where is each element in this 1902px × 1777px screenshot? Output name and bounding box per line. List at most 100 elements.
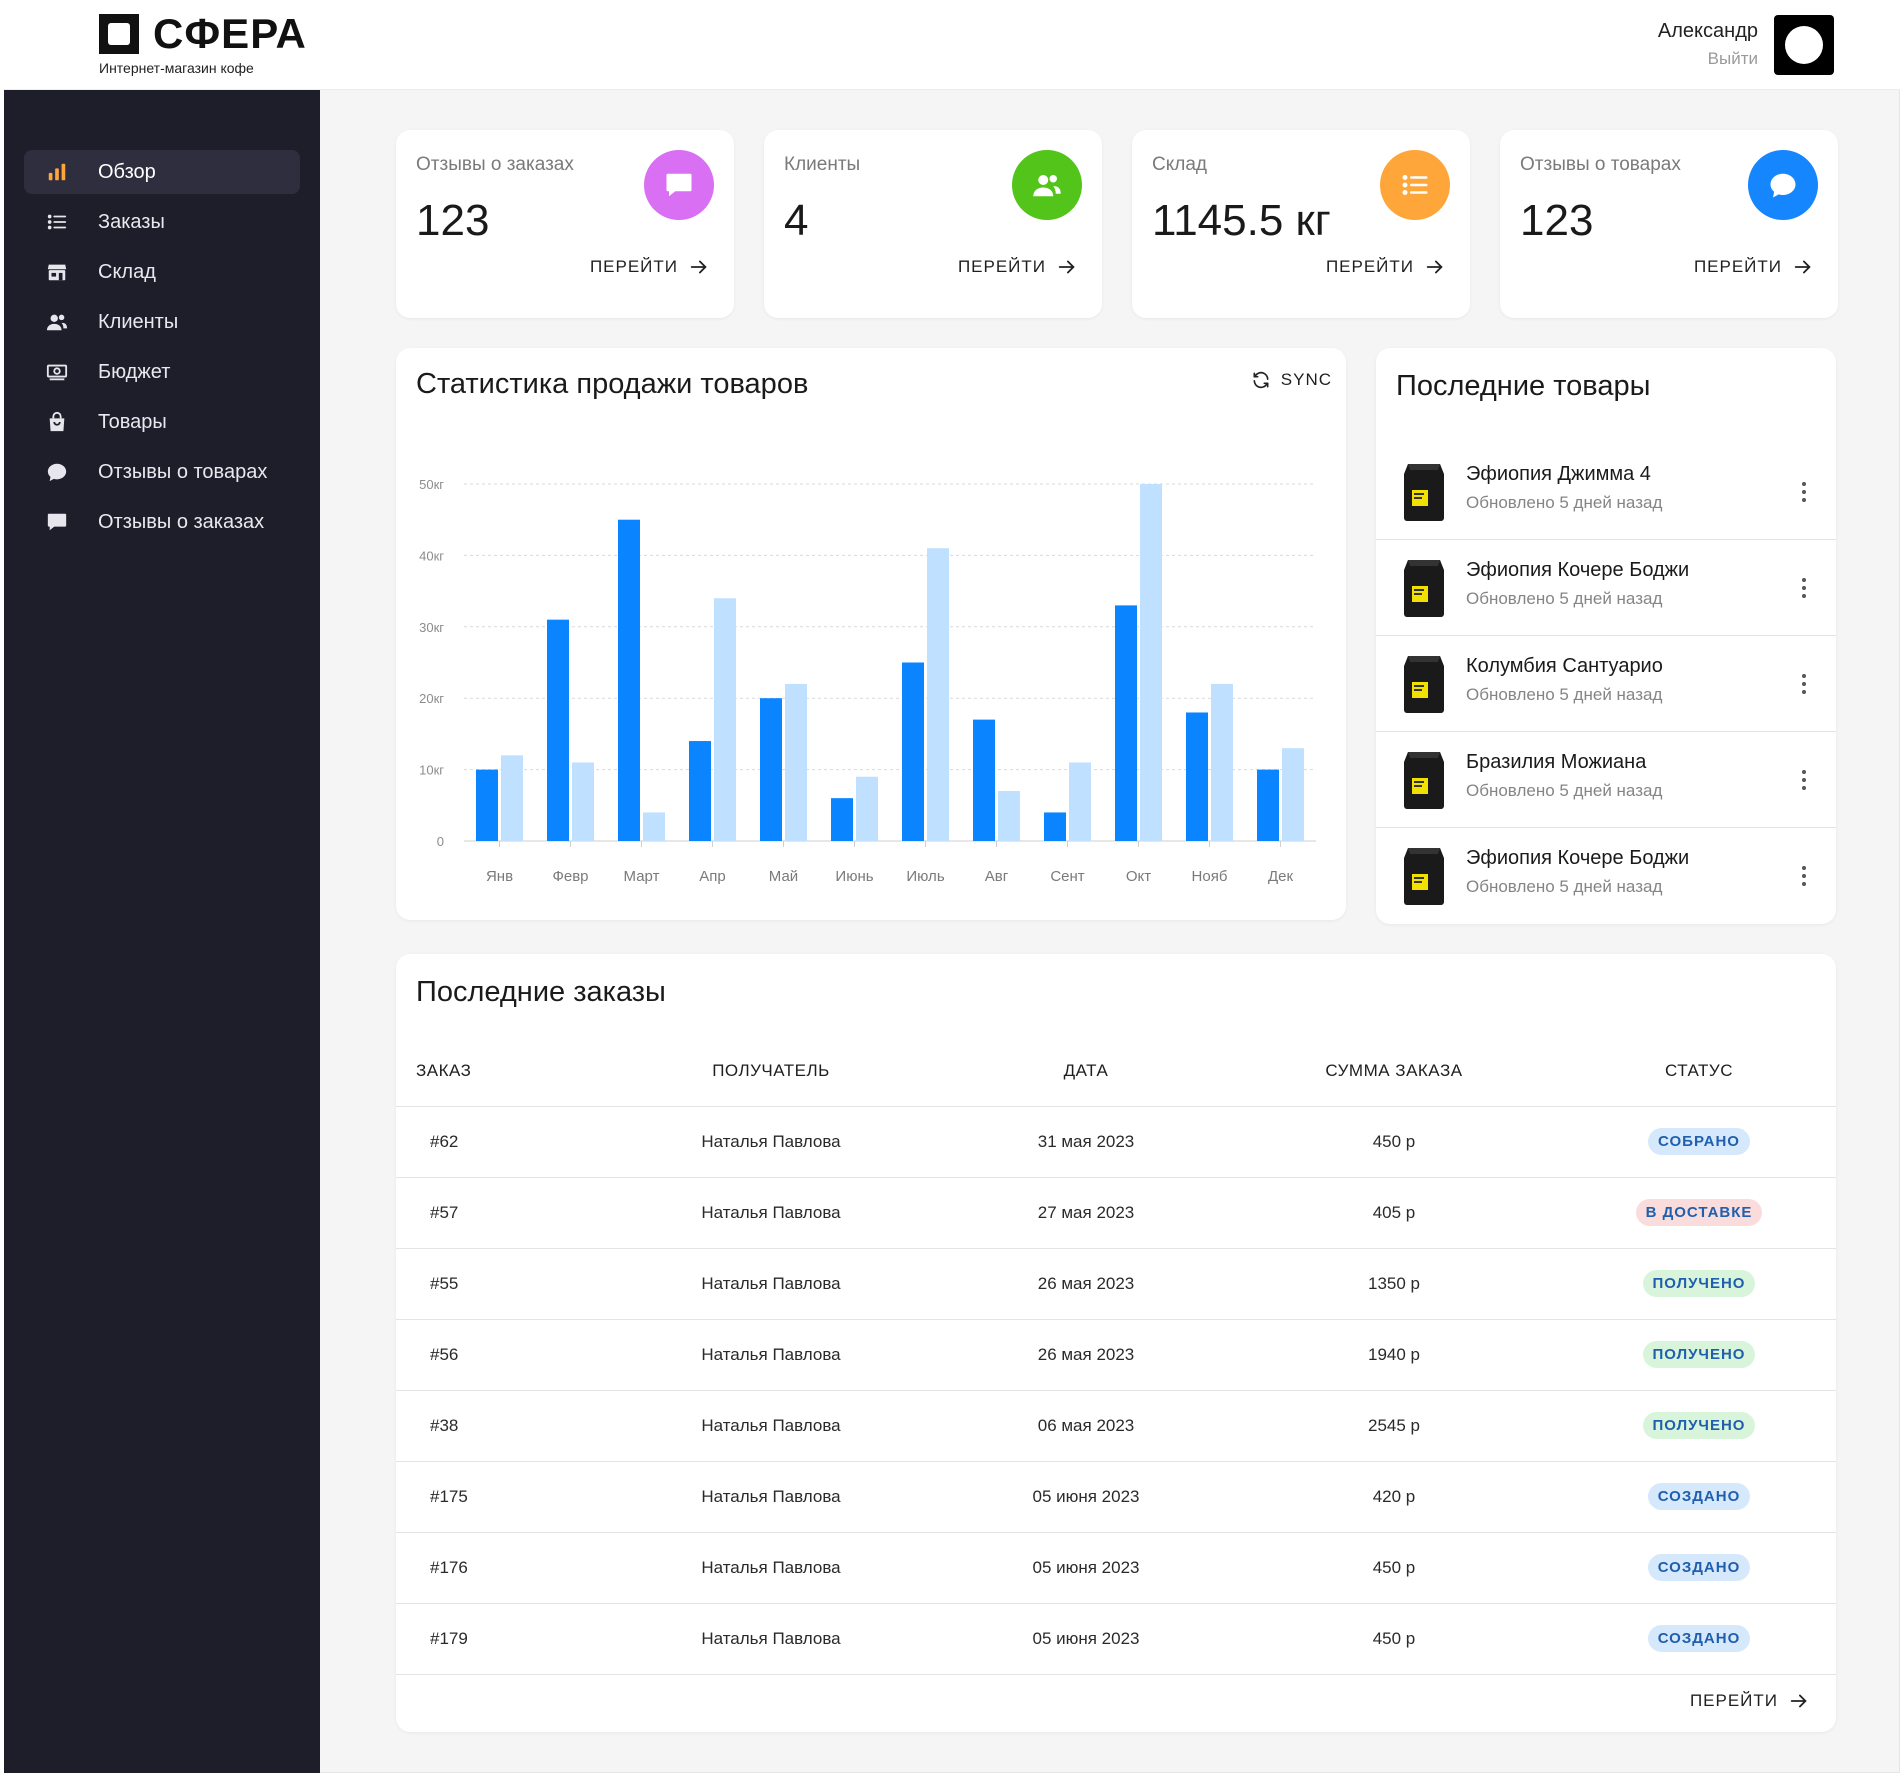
user-name: Александр bbox=[1657, 20, 1758, 42]
sidebar-item-1[interactable]: Заказы bbox=[24, 200, 300, 244]
order-sum: 450 р bbox=[1226, 1532, 1562, 1604]
table-row[interactable]: #176 Наталья Павлова 05 июня 2023 450 р СОЗД… bbox=[396, 1532, 1836, 1604]
more-options-icon[interactable] bbox=[1794, 856, 1814, 896]
list-icon bbox=[46, 211, 68, 233]
product-item[interactable]: Бразилия Можиана Обновлено 5 дней назад bbox=[1376, 732, 1836, 828]
y-tick-label: 40кг bbox=[419, 548, 444, 563]
sidebar-item-label: Товары bbox=[98, 410, 167, 433]
order-date: 26 мая 2023 bbox=[946, 1248, 1226, 1320]
table-row[interactable]: #179 Наталья Павлова 05 июня 2023 450 р СОЗД… bbox=[396, 1603, 1836, 1675]
coffee-bag-icon bbox=[1404, 560, 1444, 617]
table-row[interactable]: #62 Наталья Павлова 31 мая 2023 450 р СОБРАН… bbox=[396, 1106, 1836, 1178]
sidebar-item-6[interactable]: Отзывы о товарах bbox=[24, 450, 300, 494]
bar-1-Нояб[interactable] bbox=[1211, 683, 1233, 841]
more-options-icon[interactable] bbox=[1794, 664, 1814, 704]
sidebar-item-label: Клиенты bbox=[98, 310, 179, 333]
order-sum: 405 р bbox=[1226, 1177, 1562, 1249]
stat-card-3: Отзывы о товарах 123 ПЕРЕЙТИ bbox=[1500, 130, 1838, 318]
product-updated: Обновлено 5 дней назад bbox=[1466, 685, 1663, 704]
more-options-icon[interactable] bbox=[1794, 472, 1814, 512]
order-recipient: Наталья Павлова bbox=[596, 1177, 946, 1249]
product-item[interactable]: Эфиопия Джимма 4 Обновлено 5 дней назад bbox=[1376, 444, 1836, 540]
bar-0-Февр[interactable] bbox=[547, 619, 569, 841]
bar-0-Июль[interactable] bbox=[902, 662, 924, 842]
bar-1-Июль[interactable] bbox=[927, 548, 949, 841]
chat-bubble-icon bbox=[1748, 150, 1818, 220]
order-recipient: Наталья Павлова bbox=[596, 1390, 946, 1462]
stat-goto-link[interactable]: ПЕРЕЙТИ bbox=[958, 256, 1078, 278]
bar-1-Февр[interactable] bbox=[572, 762, 594, 841]
more-options-icon[interactable] bbox=[1794, 760, 1814, 800]
chat-bubble-icon bbox=[46, 461, 68, 483]
bar-1-Янв[interactable] bbox=[501, 755, 523, 841]
top-bar: СФЕРА Интернет-магазин кофе Александр Вы… bbox=[4, 0, 1900, 90]
stat-goto-link[interactable]: ПЕРЕЙТИ bbox=[590, 256, 710, 278]
avatar[interactable] bbox=[1774, 15, 1834, 75]
order-status-cell: ПОЛУЧЕНО bbox=[1562, 1319, 1836, 1391]
sales-chart-card: Статистика продажи товаров SYNC 0 10кг 20к… bbox=[396, 348, 1346, 920]
status-badge: В ДОСТАВКЕ bbox=[1635, 1199, 1763, 1226]
more-options-icon[interactable] bbox=[1794, 568, 1814, 608]
logout-link[interactable]: Выйти bbox=[1658, 49, 1758, 69]
bar-1-Дек[interactable] bbox=[1282, 748, 1304, 841]
coffee-bag-icon bbox=[1404, 752, 1444, 809]
product-name: Бразилия Можиана bbox=[1466, 751, 1647, 773]
sidebar-item-0[interactable]: Обзор bbox=[24, 150, 300, 194]
product-name: Эфиопия Кочере Боджи bbox=[1466, 847, 1690, 869]
bar-0-Июнь[interactable] bbox=[831, 798, 853, 841]
bar-1-Авг[interactable] bbox=[998, 791, 1020, 841]
bar-1-Июнь[interactable] bbox=[856, 776, 878, 841]
comment-icon bbox=[644, 150, 714, 220]
orders-goto-link[interactable]: ПЕРЕЙТИ bbox=[1690, 1690, 1810, 1712]
sidebar-item-7[interactable]: Отзывы о заказах bbox=[24, 500, 300, 544]
order-date: 06 мая 2023 bbox=[946, 1390, 1226, 1462]
order-recipient: Наталья Павлова bbox=[596, 1248, 946, 1320]
bar-0-Апр[interactable] bbox=[689, 741, 711, 841]
orders-title: Последние заказы bbox=[416, 976, 666, 1008]
bag-icon bbox=[46, 411, 68, 433]
table-row[interactable]: #56 Наталья Павлова 26 мая 2023 1940 р ПОЛУЧ… bbox=[396, 1319, 1836, 1391]
table-row[interactable]: #38 Наталья Павлова 06 мая 2023 2545 р ПОЛУЧ… bbox=[396, 1390, 1836, 1462]
column-header-status: СТАТУС bbox=[1562, 1036, 1836, 1107]
bar-0-Нояб[interactable] bbox=[1186, 712, 1208, 841]
sidebar-item-2[interactable]: Склад bbox=[24, 250, 300, 294]
product-item[interactable]: Эфиопия Кочере Боджи Обновлено 5 дней наз… bbox=[1376, 540, 1836, 636]
bar-1-Май[interactable] bbox=[785, 683, 807, 841]
order-date: 27 мая 2023 bbox=[946, 1177, 1226, 1249]
table-row[interactable]: #57 Наталья Павлова 27 мая 2023 405 р В ДОСТ… bbox=[396, 1177, 1836, 1249]
stat-goto-link[interactable]: ПЕРЕЙТИ bbox=[1326, 256, 1446, 278]
bar-1-Апр[interactable] bbox=[714, 598, 736, 841]
y-tick-label: 30кг bbox=[419, 620, 444, 635]
stat-label: Отзывы о товарах bbox=[1520, 154, 1681, 175]
bar-0-Окт[interactable] bbox=[1115, 605, 1137, 841]
table-row[interactable]: #55 Наталья Павлова 26 мая 2023 1350 р ПОЛУЧ… bbox=[396, 1248, 1836, 1320]
bar-0-Янв[interactable] bbox=[476, 769, 498, 841]
bar-0-Авг[interactable] bbox=[973, 719, 995, 841]
bar-0-Май[interactable] bbox=[760, 698, 782, 841]
order-sum: 2545 р bbox=[1226, 1390, 1562, 1462]
sidebar-item-3[interactable]: Клиенты bbox=[24, 300, 300, 344]
products-list: Эфиопия Джимма 4 Обновлено 5 дней назад Эф… bbox=[1376, 444, 1836, 924]
logo-subtitle: Интернет-магазин кофе bbox=[99, 60, 254, 76]
bar-1-Сент[interactable] bbox=[1069, 762, 1091, 841]
order-id: #55 bbox=[396, 1248, 596, 1320]
logo-text: СФЕРА bbox=[153, 10, 307, 57]
sidebar: Обзор Заказы Склад Клиенты Бюджет Товары Отзыв… bbox=[4, 90, 320, 1773]
arrow-right-icon bbox=[1790, 1694, 1807, 1708]
product-updated: Обновлено 5 дней назад bbox=[1466, 781, 1663, 800]
sidebar-item-4[interactable]: Бюджет bbox=[24, 350, 300, 394]
logo[interactable]: СФЕРА bbox=[99, 10, 307, 57]
bar-0-Сент[interactable] bbox=[1044, 812, 1066, 841]
product-item[interactable]: Эфиопия Кочере Боджи Обновлено 5 дней наз… bbox=[1376, 828, 1836, 924]
product-item[interactable]: Колумбия Сантуарио Обновлено 5 дней назад bbox=[1376, 636, 1836, 732]
product-name: Эфиопия Джимма 4 bbox=[1466, 463, 1651, 485]
stat-goto-link[interactable]: ПЕРЕЙТИ bbox=[1694, 256, 1814, 278]
bar-0-Дек[interactable] bbox=[1257, 769, 1279, 841]
bar-1-Окт[interactable] bbox=[1140, 484, 1162, 841]
sidebar-item-label: Отзывы о заказах bbox=[98, 510, 265, 533]
table-row[interactable]: #175 Наталья Павлова 05 июня 2023 420 р СОЗД… bbox=[396, 1461, 1836, 1533]
bar-0-Март[interactable] bbox=[618, 519, 640, 841]
x-tick-label: Нояб bbox=[1192, 868, 1228, 885]
sidebar-item-5[interactable]: Товары bbox=[24, 400, 300, 444]
bar-1-Март[interactable] bbox=[643, 812, 665, 841]
